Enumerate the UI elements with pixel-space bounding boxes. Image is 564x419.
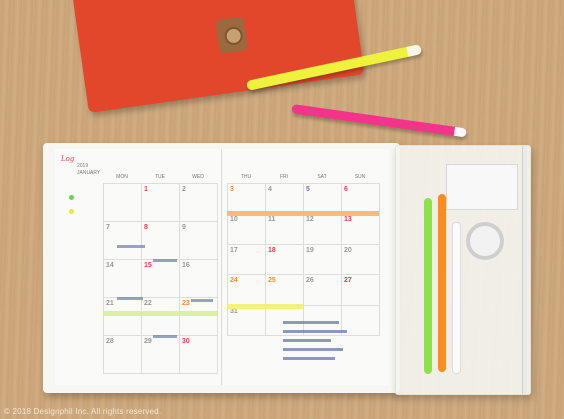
left-weekday-header: MON TUE WED: [103, 174, 217, 182]
date-cell: 28: [104, 336, 142, 374]
date-cell: 25: [266, 275, 304, 306]
highlight-bar-orange: [227, 211, 379, 216]
weekday-label: TUE: [155, 174, 165, 180]
date-cell: 10: [228, 214, 266, 245]
date-cell: 4: [266, 184, 304, 215]
date-cell: 21: [104, 298, 142, 336]
date-cell: 7: [104, 222, 142, 260]
date-cell: 18: [266, 244, 304, 276]
date-cell: 30: [180, 336, 218, 374]
date-cell: 29: [142, 336, 180, 374]
pouch-card-slot: [446, 164, 518, 210]
date-cell: 27: [342, 275, 380, 306]
notebook-strap: [215, 16, 248, 54]
handwritten-memo: [283, 321, 353, 381]
weekday-label: MON: [116, 174, 128, 180]
legend-dot-yellow: [69, 209, 74, 214]
date-cell: 24: [228, 275, 266, 306]
right-weekday-header: THU FRI SAT SUN: [227, 174, 379, 182]
weekday-label: SAT: [317, 174, 327, 180]
date-cell: 20: [342, 244, 380, 276]
right-calendar-grid: 3 4 5 6 10 11 12 13 17 18 19 20 24 25 26…: [227, 183, 380, 336]
red-notebook: [72, 0, 365, 113]
date-cell: 12: [304, 214, 342, 245]
pink-pen: [291, 104, 467, 138]
clear-pen-pouch: [395, 145, 531, 395]
date-cell: 13: [342, 214, 380, 245]
handwritten-note: [117, 297, 143, 300]
weekday-label: SUN: [354, 174, 366, 180]
brand-logo: Log: [61, 155, 75, 163]
date-cell: 8: [142, 222, 180, 260]
date-cell: 22: [142, 298, 180, 336]
weekday-label: WED: [192, 174, 204, 180]
date-cell: 26: [304, 275, 342, 306]
planner-month: JANUARY: [77, 170, 101, 176]
date-cell: 6: [342, 184, 380, 215]
highlight-bar-yellow: [227, 304, 303, 309]
left-calendar-grid: 1 2 7 8 9 14 15 16 21 22 23 28 29 30: [103, 183, 218, 374]
date-cell: 16: [180, 260, 218, 298]
handwritten-note: [191, 299, 213, 302]
date-cell: 19: [304, 244, 342, 276]
date-cell: 2: [180, 184, 218, 222]
date-cell: 9: [180, 222, 218, 260]
orange-highlighter: [438, 194, 446, 372]
photo-copyright-caption: © 2018 Designphil Inc. All rights reserv…: [4, 407, 162, 416]
planner-book: Log 2019 JANUARY MON TUE WED 1 2 7 8 9 1…: [43, 143, 400, 393]
date-cell: [104, 184, 142, 222]
date-cell: 23: [180, 298, 218, 336]
date-cell: 3: [228, 184, 266, 215]
green-highlighter: [424, 198, 432, 374]
date-cell: 31: [228, 305, 266, 336]
legend-dot-green: [69, 195, 74, 200]
date-cell: 15: [142, 260, 180, 298]
pouch-zipper: [522, 146, 527, 394]
date-cell: 5: [304, 184, 342, 215]
handwritten-note: [153, 335, 177, 338]
highlight-bar-green: [103, 311, 217, 316]
planner-left-page: Log 2019 JANUARY MON TUE WED 1 2 7 8 9 1…: [55, 149, 222, 385]
strap-button: [223, 25, 244, 47]
planner-year: 2019: [77, 163, 89, 169]
masking-tape-roll: [466, 222, 504, 260]
date-cell: 1: [142, 184, 180, 222]
white-pen: [452, 222, 461, 374]
date-cell: 17: [228, 244, 266, 276]
planner-right-page: THU FRI SAT SUN 3 4 5 6 10 11 12 13 17 1…: [223, 149, 389, 385]
handwritten-note: [153, 259, 177, 262]
weekday-label: THU: [240, 174, 252, 180]
date-cell: 11: [266, 214, 304, 245]
date-cell: 14: [104, 260, 142, 298]
photo-scene: Log 2019 JANUARY MON TUE WED 1 2 7 8 9 1…: [0, 0, 564, 419]
weekday-label: FRI: [279, 174, 289, 180]
handwritten-note: [117, 245, 145, 248]
